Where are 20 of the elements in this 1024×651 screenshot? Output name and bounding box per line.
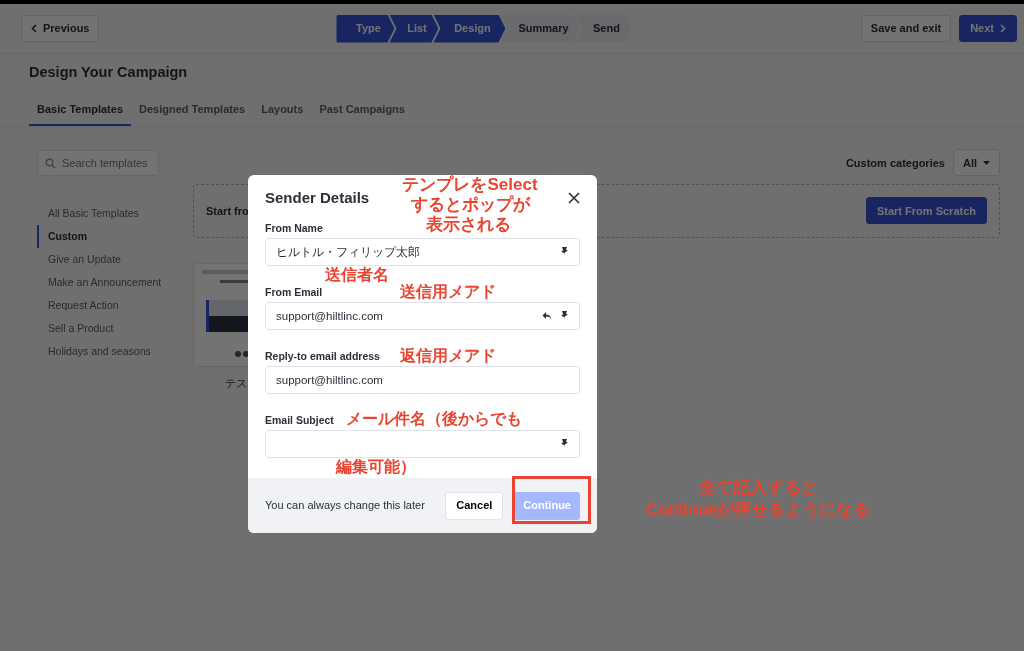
scratch-text: Start fro bbox=[206, 203, 249, 219]
template-caption: テス bbox=[225, 375, 247, 391]
annotation-text: 送信用メアド bbox=[400, 283, 496, 302]
categories-label: Custom categories bbox=[845, 155, 945, 171]
page-title: Design Your Campaign bbox=[28, 63, 189, 82]
annotation-text: 表示される bbox=[425, 215, 511, 235]
annotation-text: 全て記入すると bbox=[698, 478, 818, 497]
annotation-text: 送信者名 bbox=[325, 266, 389, 285]
field-label: Email Subject bbox=[265, 414, 334, 426]
annotation-text: 返信用メアド bbox=[400, 347, 496, 366]
footer-note: You can always change this later bbox=[265, 498, 425, 514]
annotation-text: テンプレをSelect bbox=[402, 175, 538, 195]
annotation-text: Continueが押せるようになる bbox=[645, 500, 871, 519]
dialog-title: Sender Details bbox=[265, 188, 370, 208]
field-label: From Email bbox=[265, 286, 323, 298]
annotation-text: 編集可能） bbox=[336, 458, 416, 477]
field-label: Reply-to email address bbox=[265, 350, 380, 362]
annotation-text: メール件名（後からでも bbox=[346, 410, 522, 429]
field-label: From Name bbox=[265, 222, 323, 234]
annotation-text: するとポップが bbox=[410, 195, 530, 215]
